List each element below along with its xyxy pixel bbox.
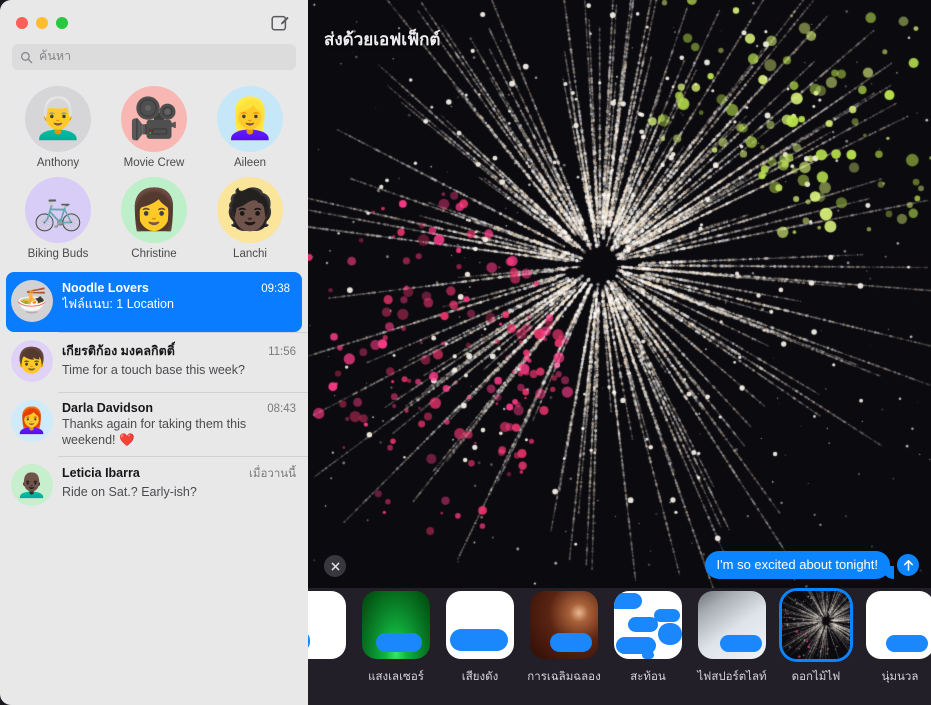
- search-input[interactable]: ค้นหา: [12, 44, 296, 70]
- effect-loud[interactable]: เสียงดัง: [438, 591, 522, 686]
- search-container: ค้นหา: [0, 44, 308, 70]
- effect-preview-panel: ส่งด้วยเอฟเฟ็กต์ I'm so excited about to…: [308, 0, 931, 705]
- avatar-movie-crew: 🎥: [121, 86, 187, 152]
- avatar: 👦: [11, 340, 53, 382]
- pinned-item-label: Anthony: [37, 157, 79, 169]
- effect-celebration[interactable]: การเฉลิมฉลอง: [522, 591, 606, 686]
- effect-label: นุ่มนวล: [882, 668, 919, 686]
- pinned-item-label: Aileen: [234, 157, 266, 169]
- effect-thumbnail: [530, 591, 598, 659]
- title-bar: [0, 0, 308, 44]
- pinned-item-5[interactable]: 👩 Christine: [106, 177, 202, 260]
- send-button[interactable]: [897, 554, 919, 576]
- close-effects-button[interactable]: [324, 555, 346, 577]
- message-compose-row: I'm so excited about tonight!: [705, 551, 919, 579]
- conversation-body: Darla Davidson 08:43 Thanks again for taki…: [62, 400, 296, 448]
- page-title: ส่งด้วยเอฟเฟ็กต์: [324, 26, 440, 53]
- effect-thumbnail: [446, 591, 514, 659]
- conversation-preview: ไฟล์แนบ: 1 Location: [62, 296, 290, 312]
- compose-icon[interactable]: [270, 13, 290, 33]
- conversation-name: Leticia Ibarra: [62, 466, 140, 480]
- close-window-button[interactable]: [16, 17, 28, 29]
- pinned-item-3[interactable]: 👱‍♀️ Aileen: [202, 86, 298, 169]
- conversation-name: เกียรติก้อง มงคลกิตติ์: [62, 341, 175, 361]
- divider: [58, 392, 308, 393]
- pinned-item-1[interactable]: 👨‍🦳 Anthony: [10, 86, 106, 169]
- conversation-list: 🍜 Noodle Lovers 09:38 ไฟล์แนบ: 1 Location 👦 เ…: [0, 272, 308, 516]
- minimize-window-button[interactable]: [36, 17, 48, 29]
- pinned-item-label: Biking Buds: [28, 248, 89, 260]
- effect-label: สะท้อน: [630, 668, 666, 686]
- conversation-preview: Thanks again for taking them this weeken…: [62, 416, 296, 448]
- pinned-item-6[interactable]: 🧑🏿 Lanchi: [202, 177, 298, 260]
- effect-label: แสงเลเซอร์: [368, 668, 424, 686]
- window-controls: [16, 17, 68, 29]
- pinned-conversations: 👨‍🦳 Anthony 🎥 Movie Crew 👱‍♀️ Aileen 🚲 Biking B…: [0, 70, 308, 270]
- conversation-row[interactable]: 👩‍🦰 Darla Davidson 08:43 Thanks again for t…: [0, 392, 308, 456]
- effect-thumbnail: [698, 591, 766, 659]
- close-icon: [330, 561, 341, 572]
- conversation-preview: Ride on Sat.? Early-ish?: [62, 484, 296, 500]
- avatar-anthony: 👨‍🦳: [25, 86, 91, 152]
- avatar-aileen: 👱‍♀️: [217, 86, 283, 152]
- avatar: 👨🏿‍🦲: [11, 464, 53, 506]
- message-bubble[interactable]: I'm so excited about tonight!: [705, 551, 890, 579]
- conversation-name: Noodle Lovers: [62, 281, 149, 295]
- pinned-item-label: Movie Crew: [124, 157, 185, 169]
- conversation-timestamp: 08:43: [267, 403, 296, 415]
- conversation-row[interactable]: 🍜 Noodle Lovers 09:38 ไฟล์แนบ: 1 Location: [6, 272, 302, 332]
- sidebar: ค้นหา 👨‍🦳 Anthony 🎥 Movie Crew 👱‍♀️ Aileen 🚲 Bi…: [0, 0, 308, 705]
- effect-thumbnail: [308, 591, 346, 659]
- conversation-timestamp: 11:56: [268, 346, 296, 358]
- zoom-window-button[interactable]: [56, 17, 68, 29]
- avatar-biking-buds: 🚲: [25, 177, 91, 243]
- avatar: 🍜: [11, 280, 53, 322]
- send-arrow-icon: [902, 559, 915, 572]
- effect-label: เสียงดัง: [462, 668, 498, 686]
- search-icon: [20, 51, 33, 64]
- search-placeholder: ค้นหา: [39, 50, 71, 63]
- effect-thumbnail: [866, 591, 931, 659]
- effect-label: ดอกไม้ไฟ: [792, 668, 841, 686]
- pinned-item-label: Lanchi: [233, 248, 267, 260]
- effect-thumbnail: [614, 591, 682, 659]
- pinned-item-label: Christine: [131, 248, 176, 260]
- effect-gentle[interactable]: นุ่มนวล: [858, 591, 931, 686]
- conversation-preview: Time for a touch base this week?: [62, 362, 296, 378]
- divider: [58, 456, 308, 457]
- effect-picker: แสงเลเซอร์ เสียงดัง การเฉลิมฉลอง สะท้อน ไฟสป…: [308, 588, 931, 705]
- avatar: 👩‍🦰: [11, 400, 53, 442]
- conversation-body: Noodle Lovers 09:38 ไฟล์แนบ: 1 Location: [62, 280, 290, 312]
- effect-spotlight[interactable]: ไฟสปอร์ตไลท์: [690, 591, 774, 686]
- conversation-timestamp: 09:38: [261, 283, 290, 295]
- effect-thumbnail: [782, 591, 850, 659]
- pinned-item-4[interactable]: 🚲 Biking Buds: [10, 177, 106, 260]
- effect-echo[interactable]: สะท้อน: [606, 591, 690, 686]
- effect-label: การเฉลิมฉลอง: [527, 668, 600, 686]
- messages-window: ค้นหา 👨‍🦳 Anthony 🎥 Movie Crew 👱‍♀️ Aileen 🚲 Bi…: [0, 0, 931, 705]
- effect-partial-left[interactable]: [308, 591, 354, 668]
- conversation-timestamp: เมื่อวานนี้: [249, 465, 296, 483]
- avatar-lanchi: 🧑🏿: [217, 177, 283, 243]
- conversation-row[interactable]: 👦 เกียรติก้อง มงคลกิตติ์ 11:56 Time for a t…: [0, 332, 308, 392]
- conversation-body: Leticia Ibarra เมื่อวานนี้ Ride on Sat.? E…: [62, 464, 296, 500]
- divider: [58, 332, 308, 333]
- conversation-row[interactable]: 👨🏿‍🦲 Leticia Ibarra เมื่อวานนี้ Ride on Sat…: [0, 456, 308, 516]
- effect-thumbnail: [362, 591, 430, 659]
- conversation-body: เกียรติก้อง มงคลกิตติ์ 11:56 Time for a to…: [62, 340, 296, 378]
- conversation-name: Darla Davidson: [62, 401, 153, 415]
- pinned-item-2[interactable]: 🎥 Movie Crew: [106, 86, 202, 169]
- effect-label: ไฟสปอร์ตไลท์: [697, 668, 766, 686]
- effect-lasers[interactable]: แสงเลเซอร์: [354, 591, 438, 686]
- avatar-christine: 👩: [121, 177, 187, 243]
- effect-fireworks[interactable]: ดอกไม้ไฟ: [774, 591, 858, 686]
